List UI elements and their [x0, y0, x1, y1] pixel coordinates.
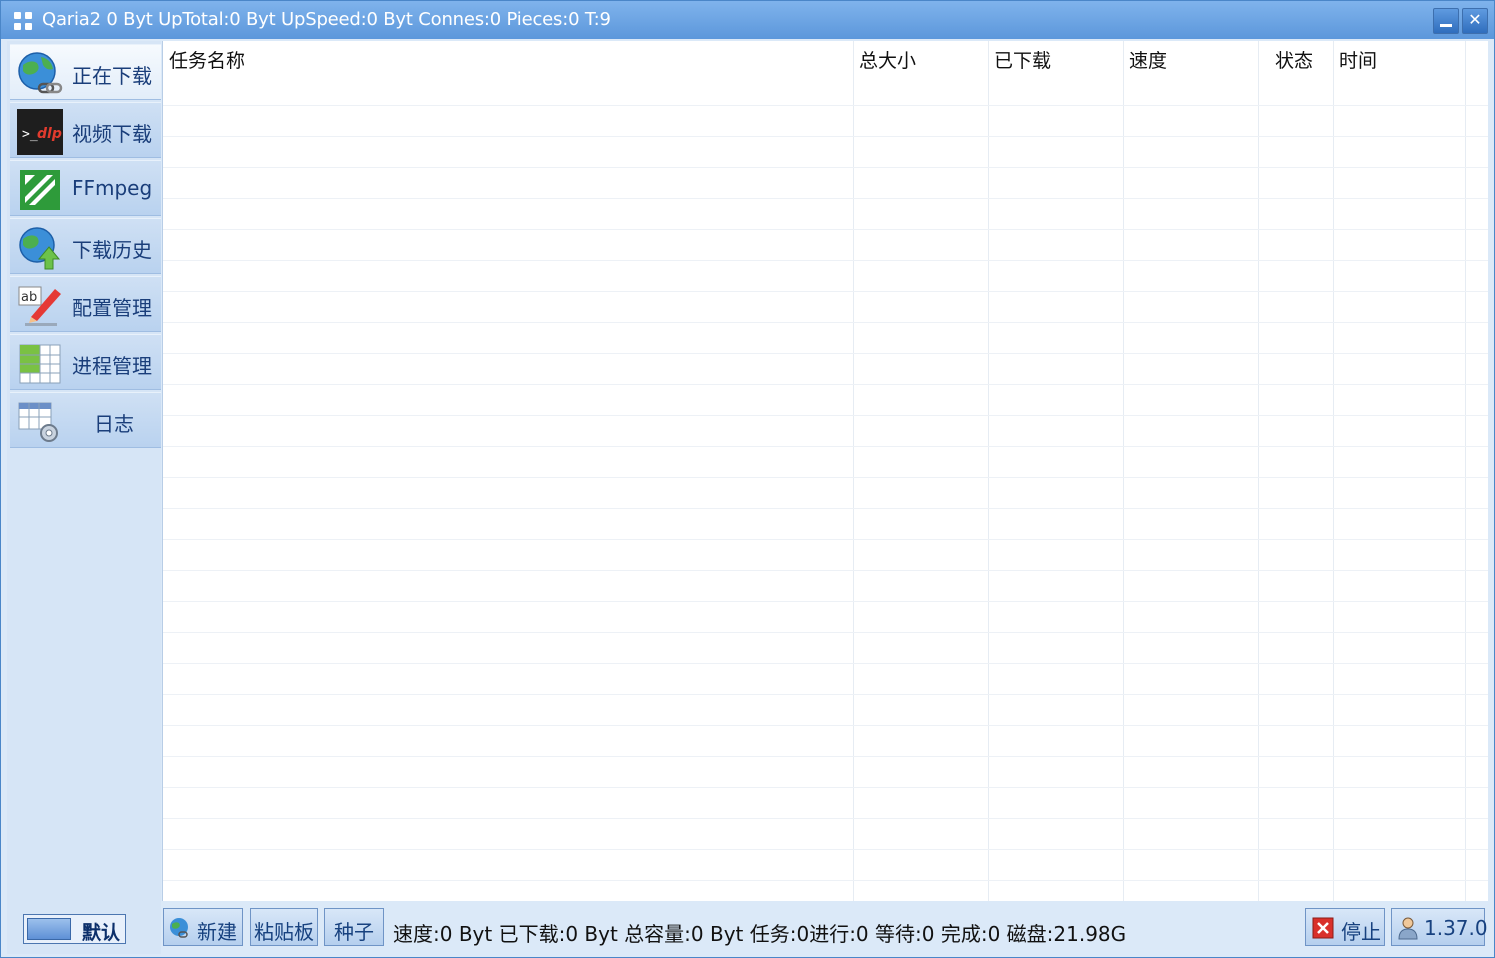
user-icon [1398, 917, 1418, 940]
row-divider [163, 601, 1488, 602]
version-label: 1.37.0 [1424, 916, 1488, 940]
bottom-toolbar: 新建 粘贴板 种子 速度:0 Byt 已下载:0 Byt 总容量:0 Byt 任… [162, 902, 1488, 955]
app-window: Qaria2 0 Byt UpTotal:0 Byt UpSpeed:0 Byt… [0, 0, 1495, 958]
new-task-label: 新建 [197, 920, 237, 944]
table-gear-icon [18, 402, 58, 442]
row-divider [163, 756, 1488, 757]
row-divider [163, 105, 1488, 106]
default-profile-button[interactable]: 默认 [23, 914, 126, 944]
default-profile-label: 默认 [82, 922, 121, 944]
stop-button[interactable]: 停止 [1305, 908, 1385, 946]
ab-pencil-icon: ab [18, 286, 61, 326]
globe-link-icon [18, 52, 63, 94]
stop-x-icon [1312, 917, 1334, 939]
column-divider [988, 41, 989, 901]
column-divider [1333, 41, 1334, 901]
column-header-speed[interactable]: 速度 [1129, 46, 1167, 73]
sidebar-item-log[interactable]: 日志 [10, 392, 161, 448]
sidebar-item-process[interactable]: 进程管理 [10, 334, 161, 390]
row-divider [163, 353, 1488, 354]
sidebar-item-video-download[interactable]: >_ dlp 视频下载 [10, 102, 161, 158]
row-divider [163, 880, 1488, 881]
version-button[interactable]: 1.37.0 [1391, 908, 1488, 946]
torrent-button[interactable]: 种子 [324, 908, 384, 946]
svg-text:ab: ab [21, 290, 37, 305]
sidebar-item-download-history[interactable]: 下载历史 [10, 218, 161, 274]
sidebar-item-downloading[interactable]: 正在下载 [10, 44, 161, 100]
sidebar-item-label: 配置管理 [72, 296, 152, 320]
minimize-button[interactable] [1433, 8, 1459, 34]
globe-link-icon [170, 918, 188, 938]
row-divider [163, 446, 1488, 447]
clipboard-button[interactable]: 粘贴板 [250, 908, 318, 946]
task-table[interactable]: 任务名称 总大小 已下载 速度 状态 时间 [162, 41, 1488, 901]
minimize-icon [1440, 24, 1452, 27]
row-divider [163, 136, 1488, 137]
row-divider [163, 570, 1488, 571]
row-divider [163, 787, 1488, 788]
column-header-total-size[interactable]: 总大小 [859, 46, 916, 73]
column-divider [1123, 41, 1124, 901]
row-divider [163, 818, 1488, 819]
row-divider [163, 632, 1488, 633]
stop-label: 停止 [1341, 920, 1381, 944]
sidebar-item-label: 日志 [94, 412, 134, 436]
column-divider [1258, 41, 1259, 901]
row-divider [163, 508, 1488, 509]
row-divider [163, 725, 1488, 726]
row-divider [163, 539, 1488, 540]
title-bar[interactable]: Qaria2 0 Byt UpTotal:0 Byt UpSpeed:0 Byt… [1, 1, 1494, 39]
sidebar-item-label: FFmpeg [72, 176, 153, 200]
row-divider [163, 198, 1488, 199]
close-icon: ✕ [1468, 10, 1482, 29]
default-profile-indicator [27, 918, 71, 940]
clipboard-label: 粘贴板 [254, 920, 314, 944]
row-divider [163, 167, 1488, 168]
app-grid-icon[interactable] [14, 12, 33, 31]
row-divider [163, 291, 1488, 292]
ytdlp-terminal-icon: >_ dlp [17, 109, 63, 155]
row-divider [163, 322, 1488, 323]
sidebar-item-label: 视频下载 [72, 122, 152, 146]
globe-upload-icon [19, 227, 61, 270]
row-divider [163, 229, 1488, 230]
column-divider [853, 41, 854, 901]
new-task-button[interactable]: 新建 [163, 908, 243, 946]
column-header-time[interactable]: 时间 [1339, 46, 1377, 73]
grid-sheet-icon [19, 344, 61, 384]
row-divider [163, 849, 1488, 850]
row-divider [163, 694, 1488, 695]
row-divider [163, 477, 1488, 478]
status-summary: 速度:0 Byt 已下载:0 Byt 总容量:0 Byt 任务:0进行:0 等待… [393, 922, 1127, 946]
column-header-downloaded[interactable]: 已下载 [994, 46, 1051, 73]
row-divider [163, 260, 1488, 261]
sidebar-item-label: 进程管理 [72, 354, 152, 378]
torrent-label: 种子 [334, 920, 374, 944]
sidebar-item-config[interactable]: ab 配置管理 [10, 276, 161, 332]
column-divider [1465, 41, 1466, 901]
sidebar-item-ffmpeg[interactable]: FFmpeg [10, 160, 161, 216]
column-header-task-name[interactable]: 任务名称 [169, 46, 245, 73]
ffmpeg-icon [20, 170, 60, 210]
sidebar-item-label: 正在下载 [72, 64, 152, 88]
sidebar: 正在下载 >_ dlp 视频下载 FFmpeg 下载历史 ab 配置管理 进程管… [7, 41, 161, 954]
sidebar-item-label: 下载历史 [72, 238, 152, 262]
row-divider [163, 663, 1488, 664]
svg-text:dlp: dlp [37, 126, 62, 142]
row-divider [163, 384, 1488, 385]
column-header-status[interactable]: 状态 [1275, 46, 1313, 73]
row-divider [163, 415, 1488, 416]
window-title: Qaria2 0 Byt UpTotal:0 Byt UpSpeed:0 Byt… [42, 9, 611, 30]
svg-text:>_: >_ [22, 127, 38, 142]
close-button[interactable]: ✕ [1462, 8, 1488, 34]
